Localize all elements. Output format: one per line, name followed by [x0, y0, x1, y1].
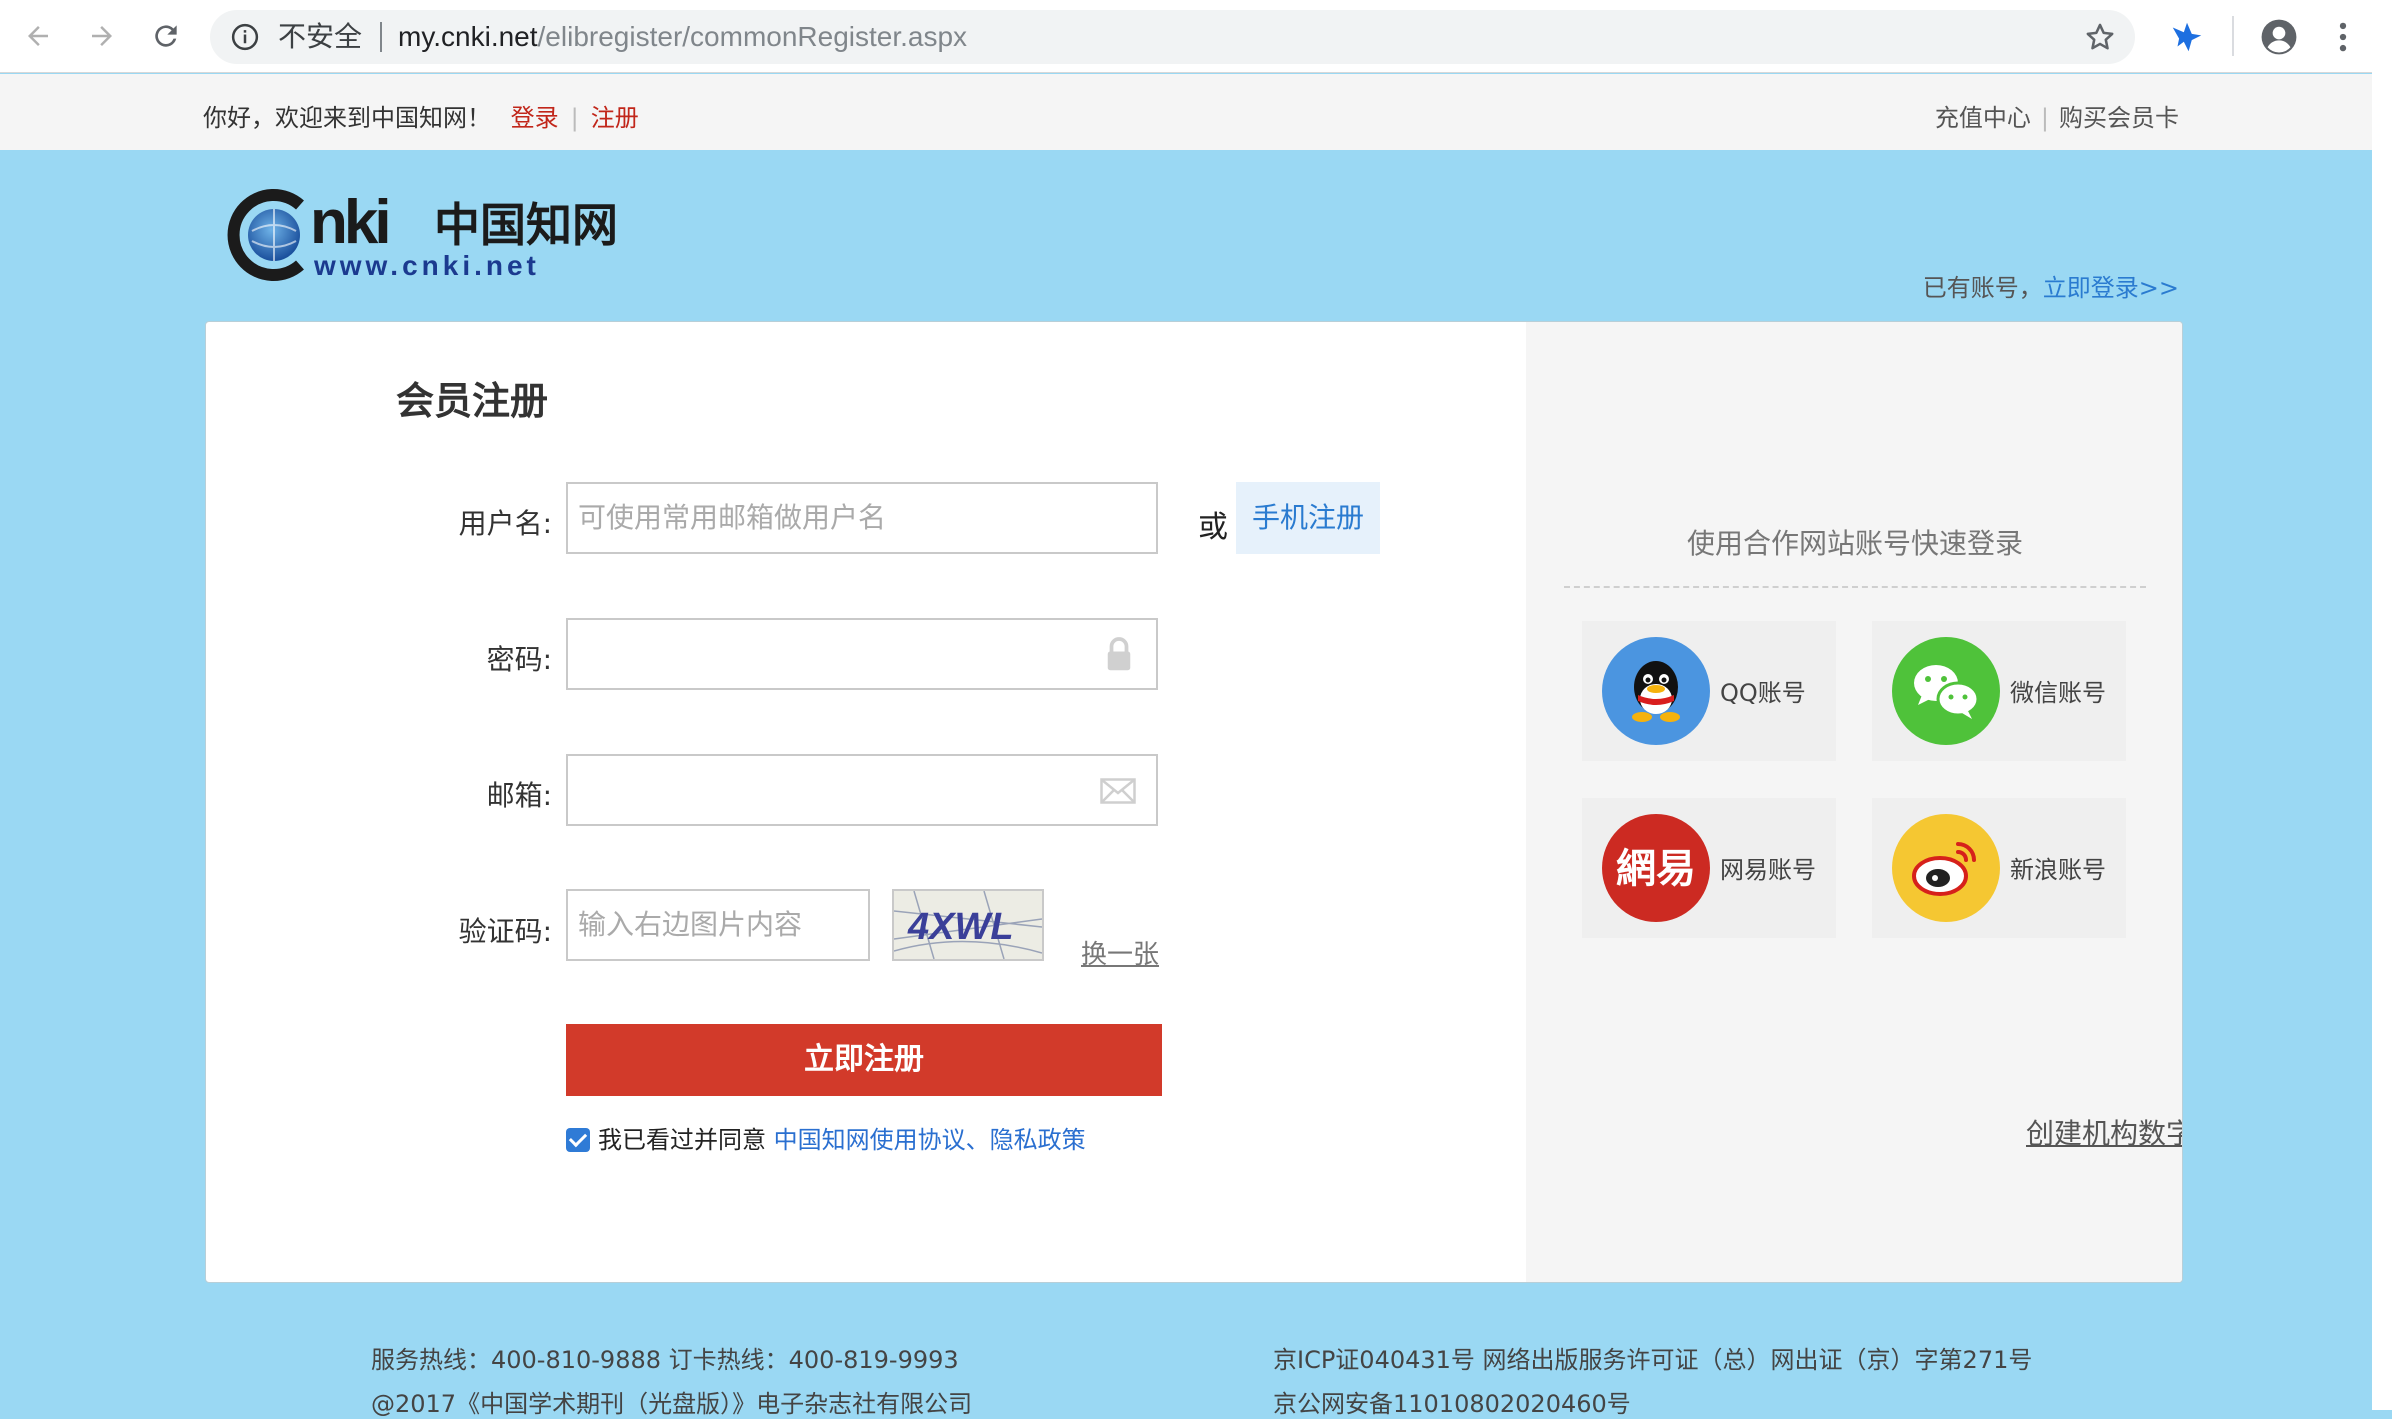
security-label: 不安全	[278, 20, 363, 53]
reload-icon	[155, 25, 177, 47]
agreement-link[interactable]: 中国知网使用协议、隐私政策	[774, 1126, 1086, 1154]
captcha-refresh-link[interactable]: 换一张	[1081, 934, 1159, 971]
dashed-divider	[1564, 586, 2146, 588]
existing-account-hint: 已有账号，立即登录>>	[1923, 268, 2179, 303]
footer-icp[interactable]: 京ICP证040431号 网络出版服务许可证（总）网出证（京）字第271号	[1273, 1340, 2032, 1375]
omnibox-divider	[380, 22, 382, 52]
logo-url: www.cnki.net	[313, 250, 540, 281]
partner-login-title: 使用合作网站账号快速登录	[1686, 527, 2023, 560]
register-card: 会员注册 用户名: 或 手机注册 密码: 邮箱: 验证码: 4XWL 换一张 立…	[205, 321, 2183, 1283]
forward-arrow-icon	[92, 26, 112, 46]
window-edge	[2372, 0, 2392, 1410]
register-link[interactable]: 注册	[591, 104, 639, 132]
or-text: 或	[1198, 510, 1228, 545]
nav-divider: |	[570, 104, 579, 132]
captcha-graphic: 4XWL	[894, 891, 1042, 959]
address-bar[interactable]: 不安全 my.cnki.net/elibregister/commonRegis…	[210, 10, 2135, 64]
browser-toolbar: 不安全 my.cnki.net/elibregister/commonRegis…	[0, 0, 2392, 73]
url-path: /elibregister/commonRegister.aspx	[537, 21, 968, 52]
welcome-text: 你好，欢迎来到中国知网！	[203, 104, 491, 132]
register-submit-button[interactable]: 立即注册	[566, 1024, 1162, 1096]
qq-login-button[interactable]: QQ账号	[1582, 621, 1836, 761]
page-title: 会员注册	[396, 379, 549, 423]
netease-icon: 網易	[1602, 814, 1710, 922]
cnki-logo[interactable]: nki 中国知网 www.cnki.net	[222, 183, 618, 285]
login-now-link[interactable]: 立即登录>>	[2043, 274, 2179, 302]
username-input[interactable]	[566, 482, 1158, 554]
footer-hotline: 服务热线：400-810-9888 订卡热线：400-819-9993	[371, 1346, 959, 1374]
info-icon[interactable]	[230, 22, 260, 52]
extension-bird-icon[interactable]	[2168, 18, 2206, 56]
captcha-text: 4XWL	[907, 906, 1014, 948]
email-label: 邮箱:	[486, 779, 552, 812]
phone-register-button[interactable]: 手机注册	[1236, 482, 1380, 554]
username-label: 用户名:	[458, 507, 552, 540]
back-button[interactable]	[16, 14, 60, 58]
login-link[interactable]: 登录	[511, 104, 559, 132]
weibo-label: 新浪账号	[2010, 856, 2106, 884]
url-host: my.cnki.net	[398, 21, 538, 52]
envelope-icon	[1100, 778, 1136, 804]
wechat-login-button[interactable]: 微信账号	[1872, 621, 2126, 761]
cnki-logo-mark: nki 中国知网 www.cnki.net	[227, 188, 618, 281]
back-arrow-icon	[28, 26, 48, 46]
url-text[interactable]: my.cnki.net/elibregister/commonRegister.…	[398, 22, 967, 52]
captcha-input[interactable]	[566, 889, 870, 961]
captcha-image[interactable]: 4XWL	[892, 889, 1044, 961]
weibo-icon	[1892, 814, 2000, 922]
buy-card-link[interactable]: 购买会员卡	[2059, 104, 2179, 132]
existing-account-text: 已有账号，	[1922, 274, 2043, 302]
logo-chinese: 中国知网	[434, 198, 617, 252]
nav-divider: |	[2040, 104, 2049, 132]
agreement-text: 我已看过并同意	[598, 1126, 766, 1154]
forward-button[interactable]	[80, 14, 124, 58]
bookmark-star-icon[interactable]	[2083, 20, 2117, 54]
reload-button[interactable]	[144, 14, 188, 58]
account-links: 充值中心 | 购买会员卡	[1935, 98, 2179, 133]
password-field[interactable]	[566, 618, 1158, 690]
menu-kebab-icon[interactable]	[2324, 18, 2362, 56]
qq-icon	[1602, 637, 1710, 745]
recharge-link[interactable]: 充值中心	[1935, 104, 2031, 132]
captcha-label: 验证码:	[458, 915, 552, 948]
toolbar-separator	[2232, 16, 2234, 56]
footer-police-record[interactable]: 京公网安备11010802020460号	[1273, 1384, 1631, 1419]
netease-label: 网易账号	[1720, 856, 1816, 884]
password-label: 密码:	[486, 643, 552, 676]
svg-text:網易: 網易	[1616, 845, 1696, 892]
svg-text:nki: nki	[310, 188, 388, 257]
agreement-row: 我已看过并同意 中国知网使用协议、隐私政策	[566, 1120, 1086, 1155]
lock-icon	[1107, 637, 1131, 671]
welcome-area: 你好，欢迎来到中国知网！ 登录 | 注册	[203, 98, 639, 133]
footer-copyright: @2017《中国学术期刊（光盘版）》电子杂志社有限公司	[371, 1390, 973, 1418]
site-top-nav: 你好，欢迎来到中国知网！ 登录 | 注册 充值中心 | 购买会员卡	[0, 74, 2392, 150]
agreement-checkbox[interactable]	[566, 1128, 590, 1152]
wechat-label: 微信账号	[2010, 679, 2106, 707]
netease-login-button[interactable]: 網易 网易账号	[1582, 798, 1836, 938]
wechat-icon	[1892, 637, 2000, 745]
weibo-login-button[interactable]: 新浪账号	[1872, 798, 2126, 938]
email-field[interactable]	[566, 754, 1158, 826]
create-library-link[interactable]: 创建机构数字图书馆 >>	[2026, 1112, 2182, 1152]
qq-label: QQ账号	[1720, 679, 1806, 707]
profile-avatar-icon[interactable]	[2260, 18, 2298, 56]
